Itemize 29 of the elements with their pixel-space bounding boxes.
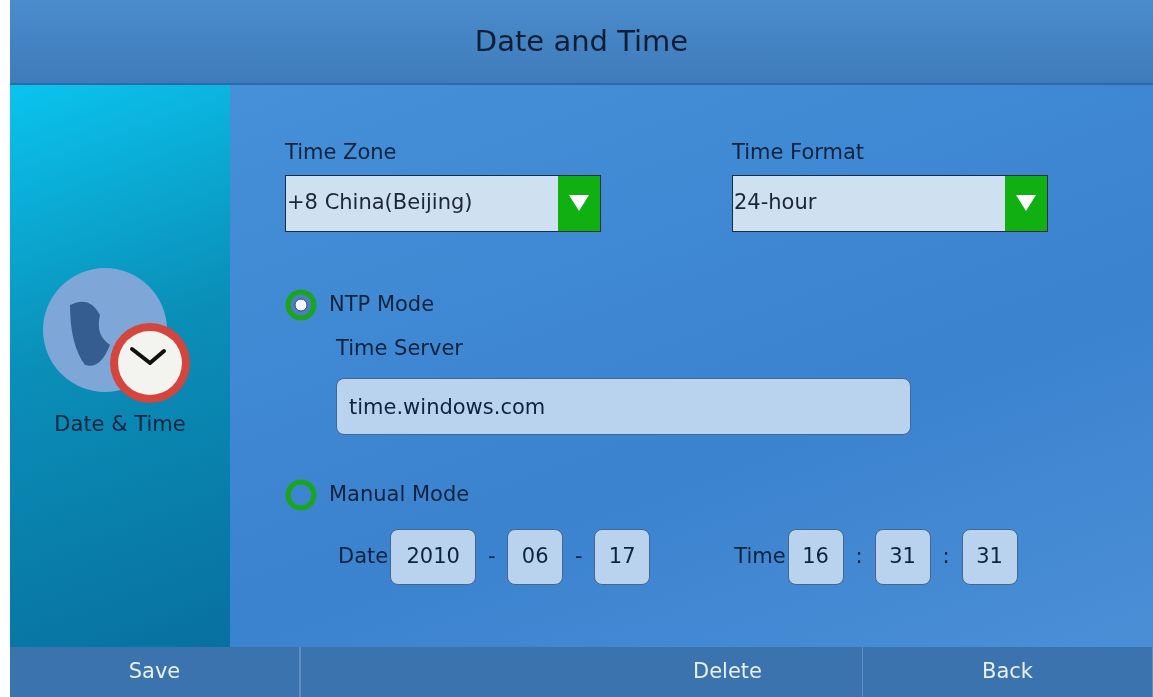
field-label: Time Server	[336, 334, 464, 362]
field-label: Date	[338, 543, 389, 571]
radio-label: Manual Mode	[329, 481, 470, 509]
time-server-input[interactable]: time.windows.com	[336, 378, 911, 435]
sidebar-label[interactable]: Date & Time	[54, 409, 186, 441]
field-label: Time Format	[732, 139, 866, 166]
softkey-button[interactable]: Save	[10, 647, 300, 697]
time-input[interactable]: 16	[787, 529, 844, 585]
softkey-button[interactable]: Delete	[593, 647, 863, 697]
date-input[interactable]: 2010	[390, 529, 477, 585]
dropdown-arrow-icon	[1015, 194, 1037, 212]
radio-button[interactable]	[285, 288, 317, 321]
time-input[interactable]: 31	[874, 529, 931, 585]
radio-button[interactable]	[285, 479, 317, 511]
time-input[interactable]: 31	[961, 529, 1018, 585]
dropdown-arrow-icon	[568, 194, 590, 212]
separator-text: :	[941, 543, 951, 571]
separator-text: :	[854, 543, 864, 571]
window-title: Date and Time	[474, 22, 689, 60]
field-label: Time Zone	[285, 139, 398, 166]
field-label: Time	[734, 543, 786, 571]
time-format-dropdown[interactable]: 24-hour	[732, 174, 1048, 232]
date-input[interactable]: 06	[507, 529, 564, 585]
separator-text: -	[573, 543, 584, 571]
separator-text: -	[486, 543, 497, 571]
softkey-button[interactable]: Back	[863, 647, 1153, 697]
time-zone-dropdown[interactable]: +8 China(Beijing)	[285, 174, 601, 232]
radio-label: NTP Mode	[329, 290, 435, 318]
date-input[interactable]: 17	[594, 529, 651, 585]
